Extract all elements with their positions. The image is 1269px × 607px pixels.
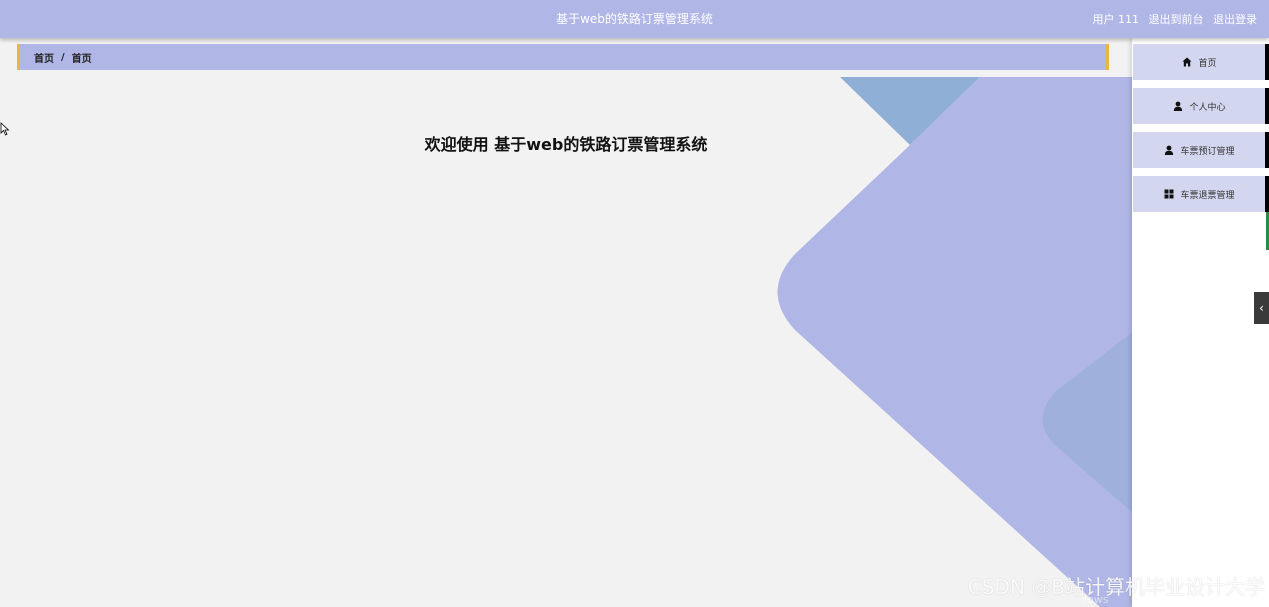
deco-diamond-large [777,77,1135,607]
sidebar-edge-marker [1265,176,1269,212]
header-links: 用户 111 退出到前台 退出登录 [1087,11,1258,27]
sidebar-item-label: 车票预订管理 [1180,146,1235,157]
sidebar-item-ticket-booking[interactable]: 车票预订管理 [1133,132,1266,168]
welcome-heading: 欢迎使用 基于web的铁路订票管理系统 [424,135,708,154]
app-title: 基于web的铁路订票管理系统 [556,12,713,26]
breadcrumb-item-current: 首页 [71,53,92,65]
sidebar-item-home[interactable]: 首页 [1133,44,1266,80]
activation-ghost-text: dows [1080,593,1109,606]
background-decoration [777,77,1135,607]
user-icon [1173,101,1183,111]
watermark-text: CSDN @B站计算机毕业设计大学 [967,575,1265,599]
sidebar-item-ticket-refund[interactable]: 车票退票管理 [1133,176,1266,212]
breadcrumb: 首页 / 首页 [17,44,1109,70]
breadcrumb-separator: / [61,51,65,63]
sidebar-edge-marker [1265,132,1269,168]
grid-icon [1164,189,1174,199]
logout-link[interactable]: 退出登录 [1213,13,1257,26]
sidebar-edge-marker [1265,88,1269,124]
sidebar-item-label: 车票退票管理 [1180,190,1235,201]
sidebar-edge-marker [1265,44,1269,80]
sidebar-menu: 首页 个人中心 车票预订管理 车票退票管理 [1132,38,1269,607]
sidebar-item-personal-center[interactable]: 个人中心 [1133,88,1266,124]
sidebar-collapse-button[interactable]: ‹ [1254,292,1269,324]
breadcrumb-item-home[interactable]: 首页 [34,50,54,65]
user-label: 用户 111 [1092,13,1140,26]
chevron-left-icon: ‹ [1259,301,1264,315]
user-icon [1164,145,1174,155]
home-icon [1182,57,1192,67]
sidebar-item-label: 个人中心 [1189,102,1226,113]
top-header-bar: 基于web的铁路订票管理系统 用户 111 退出到前台 退出登录 [0,0,1269,38]
mouse-cursor-icon [0,122,10,136]
sidebar-item-label: 首页 [1198,58,1217,69]
back-to-front-link[interactable]: 退出到前台 [1149,13,1204,26]
